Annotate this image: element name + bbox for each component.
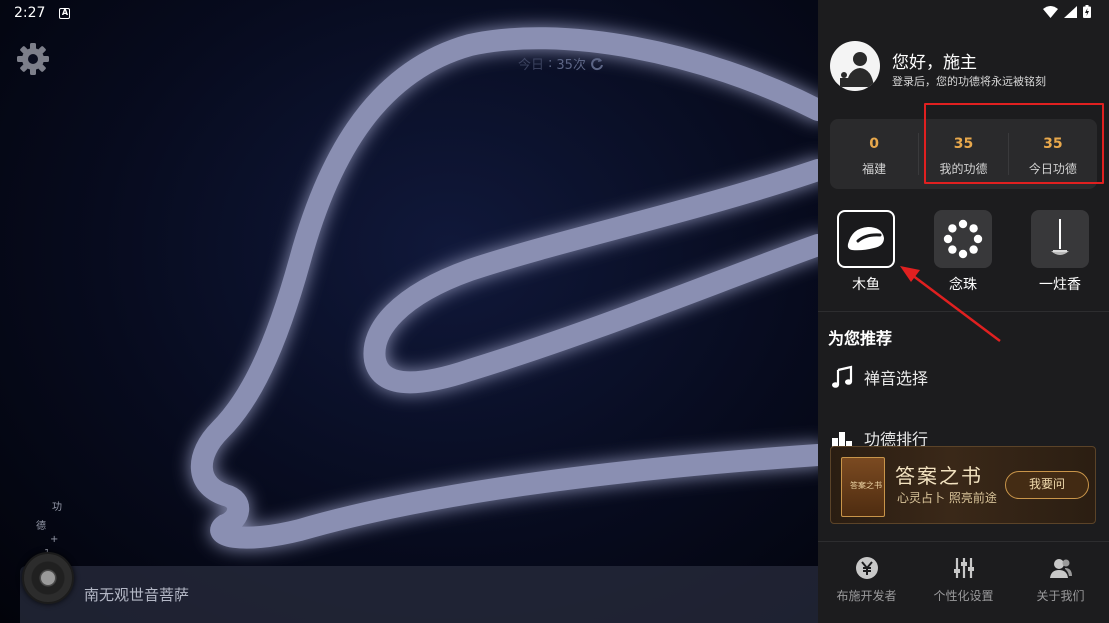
stat-value: 0 [869,136,880,152]
answer-book-banner[interactable]: 答案之书 答案之书 心灵占卜 照亮前途 我要问 [830,446,1096,524]
book-cover-title: 答案之书 [850,481,882,490]
drawer-bottom-nav: 布施开发者 个性化设置 关于我们 [818,541,1109,623]
profile-header[interactable]: 您好，施主 登录后，您的功德将永远被铭刻 [830,41,1100,93]
recommend-title: 为您推荐 [828,329,893,348]
nav-donate[interactable]: 布施开发者 [818,542,915,623]
counter-value: 35次 [556,58,586,73]
greeting-subtitle: 登录后，您的功德将永远被铭刻 [892,75,1046,88]
ask-button[interactable]: 我要问 [1005,471,1089,499]
tool-wooden-fish[interactable]: 木鱼 [829,210,903,294]
greeting-title: 您好，施主 [892,53,977,73]
tool-prayer-beads[interactable]: 念珠 [926,210,1000,294]
a-notification-icon: A [59,7,71,19]
tool-icon-box [934,210,992,268]
merit-stats-card: 0 福建 35 我的功德 35 今日功德 [830,119,1097,189]
people-icon [1049,559,1072,578]
recommend-item-music[interactable]: 禅音选择 [830,363,1100,391]
tool-selector: 木鱼 念珠 一炷香 [818,210,1109,294]
floating-char: 功 [52,502,62,513]
wooden-fish-icon[interactable] [0,0,818,623]
side-drawer: 您好，施主 登录后，您的功德将永远被铭刻 0 福建 35 我的功德 35 今日功… [818,0,1109,623]
battery-icon [1083,5,1091,18]
status-bar: 2:27 A [0,0,1109,26]
avatar[interactable] [830,41,880,91]
counter-label: 今日 [518,58,545,73]
floating-char: + [50,534,59,545]
sliders-icon [953,558,974,578]
disc-center [41,571,55,585]
stat-region[interactable]: 0 福建 [830,119,918,189]
settings-button[interactable] [16,42,50,76]
wooden-fish-icon [847,227,884,251]
refresh-icon[interactable] [590,57,604,71]
banner-subtitle: 心灵占卜 照亮前途 [897,491,997,505]
stat-today-merit[interactable]: 35 今日功德 [1009,119,1097,189]
gear-icon [17,43,49,75]
record-disc-icon[interactable] [22,552,74,604]
tool-incense[interactable]: 一炷香 [1023,210,1097,294]
section-divider [818,311,1109,312]
banner-title: 答案之书 [895,464,983,488]
tool-label: 念珠 [949,277,977,293]
tool-icon-box [1031,210,1089,268]
tool-label: 一炷香 [1039,277,1081,293]
wifi-icon [1043,5,1058,18]
app-root: 今日 : 35次 功 德 + 1 南无观世音菩萨 2:27 A [0,0,1109,623]
prayer-beads-icon [943,219,983,259]
counter-sep: : [548,56,553,71]
monk-avatar-icon [840,52,874,87]
book-cover-image: 答案之书 [841,457,885,517]
today-counter[interactable]: 今日 : 35次 [518,54,604,73]
recommend-item-label: 禅音选择 [864,369,929,388]
stat-my-merit[interactable]: 35 我的功德 [919,119,1007,189]
nav-about[interactable]: 关于我们 [1012,542,1109,623]
yen-icon [855,557,878,579]
floating-char: 德 [36,521,46,532]
stat-label: 我的功德 [939,162,988,176]
status-icons [1043,5,1091,18]
stat-value: 35 [953,136,974,152]
nav-personalize[interactable]: 个性化设置 [915,542,1012,623]
stat-label: 今日功德 [1028,162,1077,176]
nav-label: 个性化设置 [933,589,994,603]
nav-label: 关于我们 [1036,589,1085,603]
status-time: 2:27 [14,5,46,21]
tool-icon-box [837,210,895,268]
nav-label: 布施开发者 [836,589,897,603]
music-note-icon [832,365,853,388]
signal-icon [1064,5,1077,18]
stat-label: 福建 [862,162,887,176]
now-playing-title[interactable]: 南无观世音菩萨 [84,584,189,605]
stat-value: 35 [1043,136,1063,152]
tool-label: 木鱼 [852,277,880,293]
incense-icon [1051,219,1069,255]
main-stage[interactable]: 今日 : 35次 功 德 + 1 南无观世音菩萨 [0,0,818,623]
